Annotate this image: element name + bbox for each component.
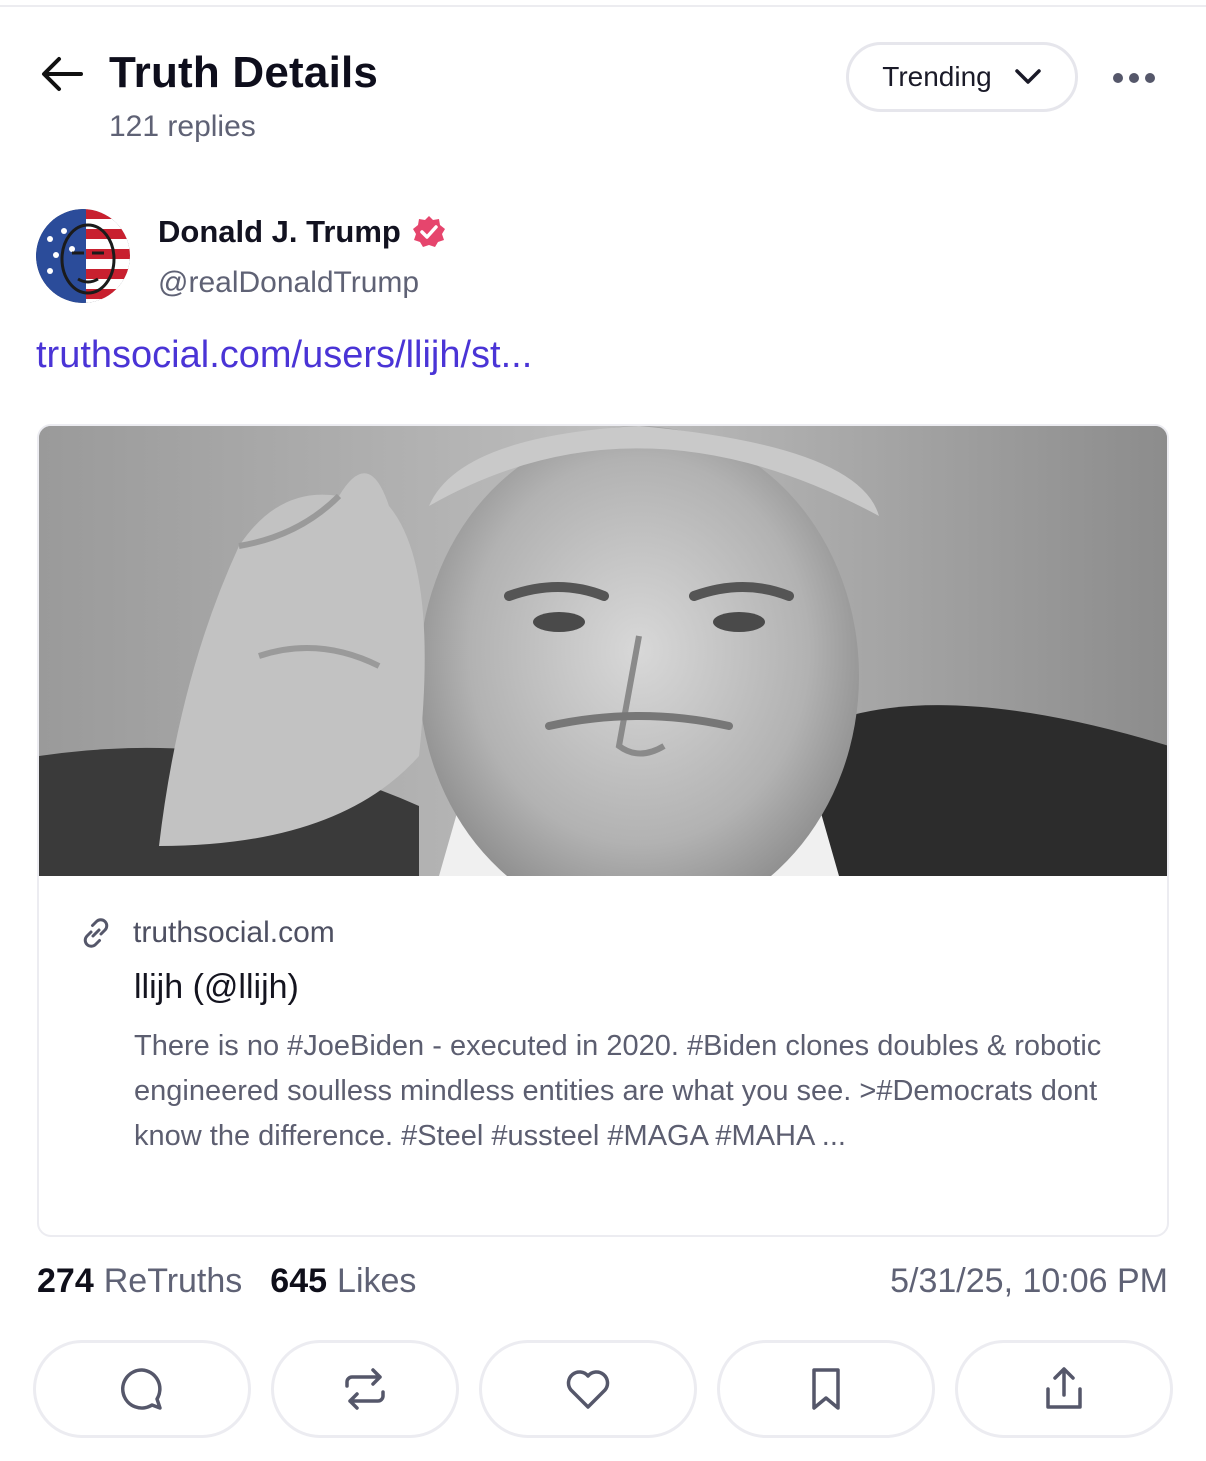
link-preview-domain: truthsocial.com <box>133 916 335 949</box>
reply-count: 121 replies <box>109 110 256 143</box>
heart-icon <box>566 1370 610 1409</box>
share-icon <box>1046 1367 1082 1409</box>
chevron-down-icon <box>1014 69 1041 84</box>
verified-badge-icon <box>412 216 445 247</box>
more-options-button[interactable] <box>1104 58 1164 98</box>
top-divider <box>0 5 1206 7</box>
sort-dropdown-label: Trending <box>882 61 992 92</box>
post-link[interactable]: truthsocial.com/users/llijh/st... <box>36 334 532 377</box>
author-name-text: Donald J. Trump <box>158 214 401 249</box>
arrow-left-icon <box>42 57 83 91</box>
bookmark-button[interactable] <box>717 1340 935 1438</box>
retruth-button[interactable] <box>271 1340 459 1438</box>
sort-dropdown[interactable]: Trending <box>846 42 1078 112</box>
author-handle[interactable]: @realDonaldTrump <box>158 266 419 300</box>
link-preview-image <box>39 426 1167 876</box>
page-title: Truth Details <box>109 48 379 97</box>
link-preview-description: There is no #JoeBiden - executed in 2020… <box>134 1030 1102 1152</box>
link-preview-domain-row: truthsocial.com <box>79 916 335 950</box>
post-stats: 274 ReTruths 645 Likes <box>37 1262 416 1301</box>
retruths-stat[interactable]: 274 ReTruths <box>37 1262 242 1301</box>
reply-button[interactable] <box>33 1340 251 1438</box>
avatar-image <box>36 209 130 303</box>
more-dots-icon <box>1113 73 1155 83</box>
share-button[interactable] <box>955 1340 1173 1438</box>
retruths-label: ReTruths <box>103 1262 243 1300</box>
author-name[interactable]: Donald J. Trump <box>158 214 447 250</box>
likes-stat[interactable]: 645 Likes <box>270 1262 416 1301</box>
back-button[interactable] <box>36 50 88 98</box>
likes-label: Likes <box>337 1262 417 1300</box>
likes-count: 645 <box>270 1262 328 1300</box>
link-icon <box>83 918 109 948</box>
repost-icon <box>345 1368 385 1410</box>
retruths-count: 274 <box>37 1262 94 1300</box>
like-button[interactable] <box>479 1340 697 1438</box>
avatar[interactable] <box>36 209 130 303</box>
link-preview-title: llijh (@llijh) <box>134 968 299 1006</box>
post-timestamp: 5/31/25, 10:06 PM <box>890 1262 1168 1300</box>
link-preview-card[interactable]: truthsocial.com llijh (@llijh) There is … <box>37 424 1169 1237</box>
bookmark-icon <box>812 1368 840 1410</box>
comment-icon <box>121 1368 162 1410</box>
